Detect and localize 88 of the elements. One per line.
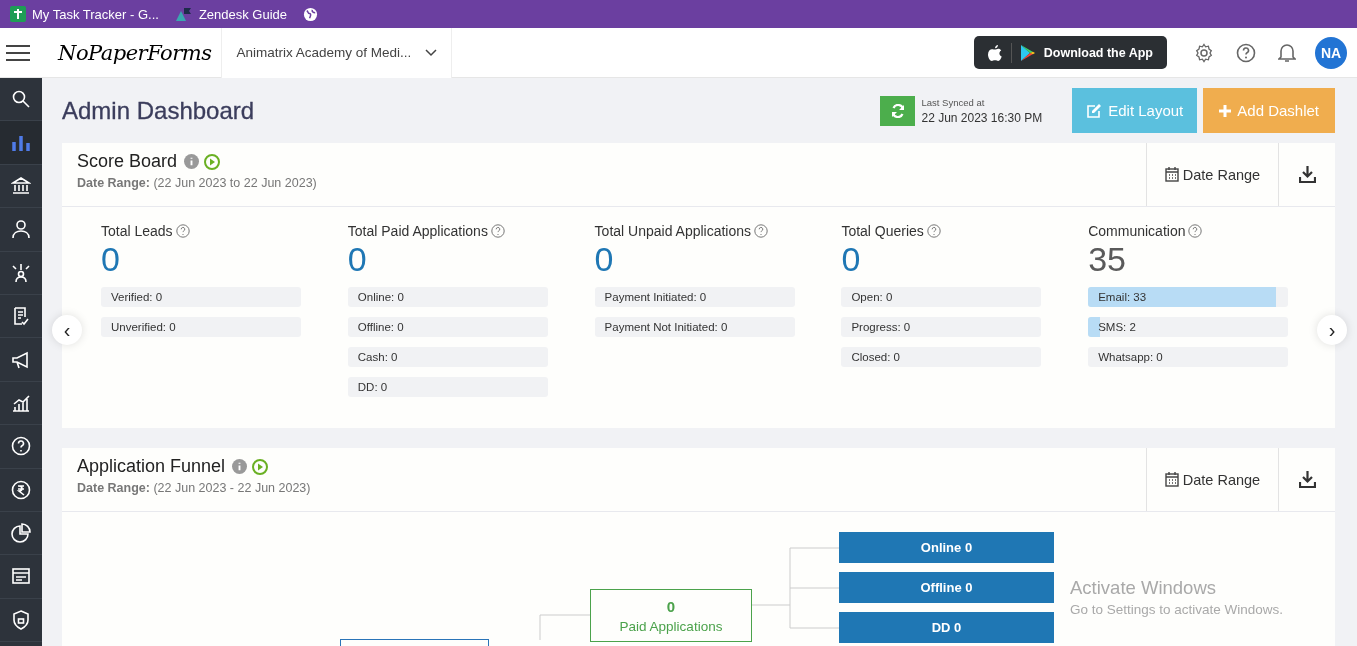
info-icon[interactable] bbox=[232, 459, 248, 474]
activation-notice-title: Activate Windows bbox=[1070, 577, 1217, 599]
shield-icon bbox=[11, 609, 31, 630]
date-range-label: Date Range: bbox=[77, 481, 150, 495]
metric-label: Communication bbox=[1088, 223, 1186, 239]
connector-line bbox=[539, 614, 591, 641]
rupee-icon bbox=[11, 479, 31, 500]
metric-value: 0 bbox=[594, 239, 614, 279]
metric-breakdown: Unverified: 0 bbox=[101, 317, 301, 337]
rising-chart-icon bbox=[11, 392, 31, 413]
info-icon[interactable] bbox=[184, 154, 200, 169]
funnel-leaf[interactable]: DD 0 bbox=[839, 612, 1054, 643]
metric-breakdown: Offline: 0 bbox=[347, 317, 548, 337]
metric-breakdown: Payment Not Initiated: 0 bbox=[594, 317, 795, 337]
globe-icon[interactable] bbox=[303, 6, 319, 22]
edit-icon bbox=[1086, 102, 1103, 119]
metric-label: Total Queries bbox=[841, 223, 924, 239]
search-icon bbox=[11, 89, 31, 110]
card-title: Score Board bbox=[77, 151, 178, 172]
settings-icon[interactable] bbox=[1194, 42, 1214, 63]
date-range-label: Date Range: bbox=[77, 176, 150, 190]
help-icon[interactable] bbox=[926, 224, 941, 238]
download-app-button[interactable]: Download the App bbox=[973, 36, 1167, 69]
play-icon[interactable] bbox=[204, 153, 221, 170]
date-range-button[interactable]: Date Range bbox=[1146, 143, 1278, 206]
next-button[interactable]: › bbox=[1317, 315, 1347, 345]
metric-breakdown: DD: 0 bbox=[347, 377, 548, 397]
help-icon[interactable] bbox=[754, 224, 769, 238]
download-icon bbox=[1298, 166, 1316, 183]
metric-value: 0 bbox=[841, 239, 861, 279]
bookmark-link[interactable]: My Task Tracker - G... bbox=[32, 6, 159, 22]
sync-time: 22 Jun 2023 16:30 PM bbox=[921, 110, 1043, 125]
metric-breakdown: SMS: 2 bbox=[1088, 317, 1289, 337]
metric-label: Total Paid Applications bbox=[347, 223, 488, 239]
megaphone-icon bbox=[11, 349, 31, 370]
flag-icon bbox=[174, 7, 193, 21]
card-title: Application Funnel bbox=[77, 456, 226, 477]
metric-breakdown: Verified: 0 bbox=[101, 287, 301, 307]
sync-label: Last Synced at bbox=[921, 96, 986, 108]
sheets-icon bbox=[10, 6, 26, 22]
sync-button[interactable] bbox=[880, 95, 916, 126]
previous-button[interactable]: ‹ bbox=[52, 315, 82, 345]
metric-breakdown: Progress: 0 bbox=[841, 317, 1042, 337]
calendar-icon bbox=[1164, 167, 1179, 182]
metric-label: Total Leads bbox=[101, 223, 173, 239]
notification-bell-icon[interactable] bbox=[1278, 42, 1296, 63]
user-avatar[interactable]: NA bbox=[1315, 36, 1347, 69]
institute-dropdown[interactable]: Animatrix Academy of Medi... bbox=[221, 27, 453, 78]
person-arrows-icon bbox=[11, 262, 31, 283]
date-range-button[interactable]: Date Range bbox=[1146, 448, 1278, 511]
chevron-down-icon bbox=[425, 48, 438, 57]
page-title: Admin Dashboard bbox=[62, 96, 255, 125]
plus-icon bbox=[1219, 104, 1232, 117]
metric-breakdown: Online: 0 bbox=[347, 287, 548, 307]
menu-icon[interactable] bbox=[6, 44, 30, 61]
metric-breakdown: Cash: 0 bbox=[347, 347, 548, 367]
refresh-icon bbox=[890, 103, 905, 118]
browser-window-icon bbox=[11, 566, 31, 587]
metric-value: 35 bbox=[1088, 239, 1126, 279]
metric-breakdown: Closed: 0 bbox=[841, 347, 1042, 367]
logo-text[interactable]: NoPaperForms bbox=[44, 40, 222, 65]
play-icon[interactable] bbox=[252, 458, 269, 475]
funnel-leaf[interactable]: Offline 0 bbox=[839, 572, 1054, 603]
checklist-icon bbox=[11, 306, 31, 327]
metric-value: 0 bbox=[101, 239, 120, 279]
metric-breakdown: Email: 33 bbox=[1088, 287, 1289, 307]
help-icon bbox=[11, 436, 31, 457]
play-store-icon bbox=[1020, 44, 1035, 61]
metric-breakdown: Payment Initiated: 0 bbox=[594, 287, 795, 307]
pie-chart-icon bbox=[11, 523, 31, 544]
person-icon bbox=[11, 219, 31, 240]
bank-icon bbox=[11, 175, 31, 196]
funnel-leaf[interactable]: Online 0 bbox=[839, 532, 1054, 563]
metric-breakdown: Open: 0 bbox=[841, 287, 1042, 307]
calendar-icon bbox=[1164, 472, 1179, 487]
download-icon bbox=[1298, 471, 1316, 488]
help-icon[interactable] bbox=[1236, 42, 1256, 63]
help-icon[interactable] bbox=[1188, 224, 1203, 238]
activation-notice-text: Go to Settings to activate Windows. bbox=[1070, 602, 1284, 617]
date-range-value: (22 Jun 2023 to 22 Jun 2023) bbox=[153, 176, 317, 190]
help-icon[interactable] bbox=[175, 224, 190, 238]
metric-label: Total Unpaid Applications bbox=[594, 223, 752, 239]
metric-breakdown: Whatsapp: 0 bbox=[1088, 347, 1289, 367]
help-icon[interactable] bbox=[490, 224, 505, 238]
metric-value: 0 bbox=[347, 239, 367, 279]
date-range-value: (22 Jun 2023 - 22 Jun 2023) bbox=[153, 481, 311, 495]
apple-icon bbox=[987, 44, 1002, 61]
bookmark-link[interactable]: Zendesk Guide bbox=[198, 6, 288, 22]
